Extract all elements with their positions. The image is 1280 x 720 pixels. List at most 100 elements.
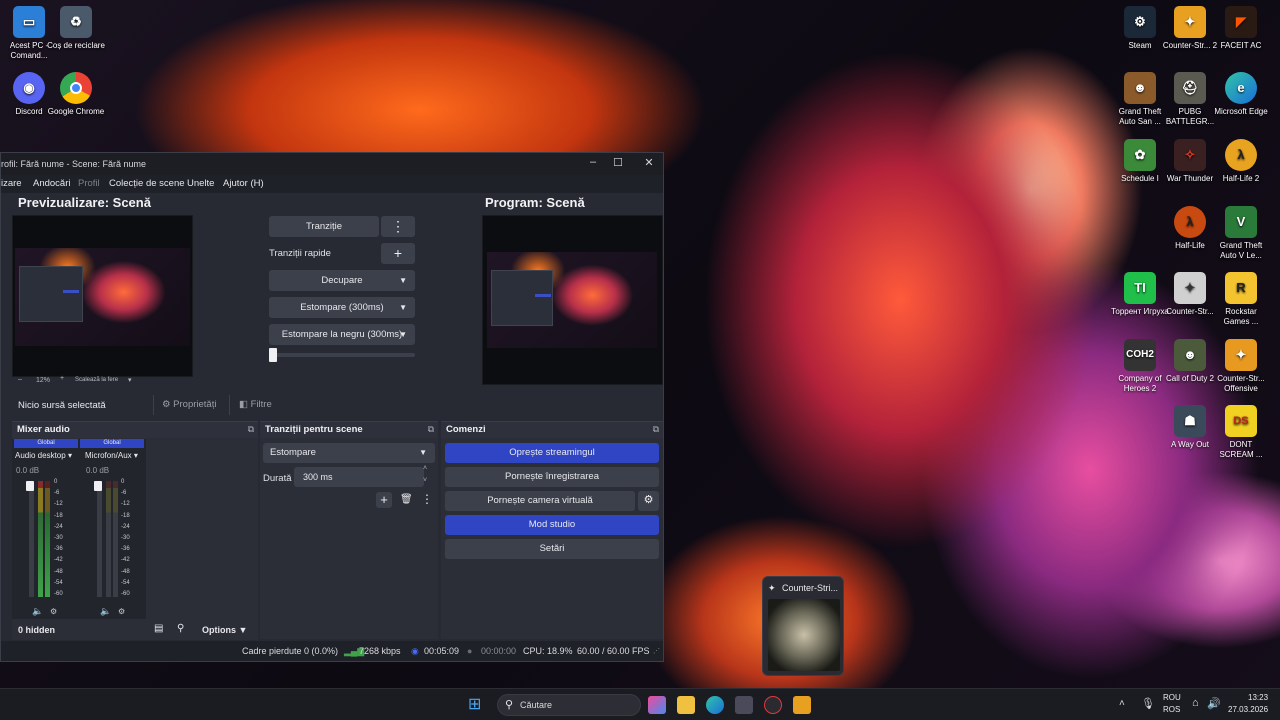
popup-title: Counter-Stri...: [782, 583, 839, 593]
settings-button[interactable]: Setări: [445, 539, 659, 559]
chevron-down-icon: ▼: [419, 448, 427, 457]
add-icon[interactable]: +: [376, 492, 392, 508]
desktop-icon-war-thunder[interactable]: ✧ War Thunder: [1161, 139, 1219, 184]
config-icon[interactable]: ⚲: [177, 623, 184, 634]
channel-tag: Global: [14, 439, 78, 448]
transition-slider-track[interactable]: [269, 353, 415, 357]
windows-start-icon[interactable]: ⊞: [468, 696, 486, 714]
language-code[interactable]: ROU: [1163, 693, 1181, 702]
chevron-up-icon[interactable]: ˄: [423, 465, 427, 472]
muted-speaker-icon[interactable]: 🔈: [100, 606, 111, 617]
speaker-icon[interactable]: 🔈: [32, 606, 43, 617]
zoom-out-icon[interactable]: –: [18, 376, 22, 383]
fader-handle[interactable]: [26, 481, 34, 491]
desktop-icon-chrome[interactable]: Google Chrome: [47, 72, 105, 117]
close-icon[interactable]: ✕: [641, 156, 657, 172]
chevron-down-icon[interactable]: ▾: [128, 376, 132, 384]
transition-slider-handle[interactable]: [269, 348, 277, 362]
taskbar-thumbnail-popup[interactable]: ✦ Counter-Stri...: [762, 576, 844, 676]
layout-icon[interactable]: ▤: [154, 623, 163, 634]
properties-button[interactable]: ⚙ Proprietăți: [162, 399, 216, 410]
more-options-icon[interactable]: ⋮: [421, 492, 433, 506]
transition-button[interactable]: Tranziție: [269, 216, 379, 237]
options-button[interactable]: Options ▼: [202, 625, 247, 635]
desktop-icon-cs[interactable]: ✦ Counter-Str...: [1161, 272, 1219, 317]
preview-canvas[interactable]: [12, 215, 193, 377]
desktop-icon-dont-scream[interactable]: DS DONT SCREAM ...: [1212, 405, 1270, 460]
undock-icon[interactable]: ⧉: [428, 424, 434, 435]
transition-fade-button[interactable]: Estompare (300ms) ▼: [269, 297, 415, 318]
copilot-icon[interactable]: [648, 696, 666, 714]
desktop-icon-recycle-bin[interactable]: ♻ Coș de reciclare: [47, 6, 105, 51]
stream-time: 00:05:09: [424, 646, 460, 656]
more-options-icon[interactable]: ⋮: [381, 216, 415, 237]
volume-fader[interactable]: [97, 481, 102, 597]
menu-scene-collection[interactable]: Colecție de scene: [109, 178, 185, 189]
desktop-icon-edge[interactable]: e Microsoft Edge: [1212, 72, 1270, 117]
clock-date[interactable]: 27.03.2026: [1228, 705, 1268, 714]
desktop-icon-rockstar[interactable]: R Rockstar Games ...: [1212, 272, 1270, 327]
settings-icon[interactable]: ⚙: [50, 607, 57, 616]
stop-streaming-button[interactable]: Oprește streamingul: [445, 443, 659, 463]
undock-icon[interactable]: ⧉: [248, 424, 254, 435]
desktop-icon-gta-v[interactable]: V Grand Theft Auto V Le...: [1212, 206, 1270, 261]
desktop-icon-pubg[interactable]: ⛑ PUBG BATTLEGR...: [1161, 72, 1219, 127]
meter-tick-label: -30: [54, 535, 63, 541]
desktop-icon-a-way-out[interactable]: ☗ A Way Out: [1161, 405, 1219, 450]
transition-fade-black-button[interactable]: Estompare la negru (300ms) ▼: [269, 324, 415, 345]
settings-icon[interactable]: ⚙: [118, 607, 125, 616]
channel-name[interactable]: Audio desktop ▾: [15, 451, 72, 460]
desktop-icon-faceit[interactable]: ◤ FACEIT AC: [1212, 6, 1270, 51]
virtual-camera-settings-icon[interactable]: ⚙: [638, 491, 659, 511]
trash-icon[interactable]: 🗑: [400, 494, 413, 505]
cs2-taskbar-icon[interactable]: [793, 696, 811, 714]
volume-icon[interactable]: 🔊: [1207, 697, 1221, 710]
menu-help[interactable]: Ajutor (H): [223, 178, 264, 189]
chevron-up-icon[interactable]: ˄: [1119, 698, 1125, 709]
maximize-icon[interactable]: ☐: [610, 156, 626, 172]
start-recording-button[interactable]: Pornește înregistrarea: [445, 467, 659, 487]
chevron-down-icon[interactable]: ˅: [423, 477, 427, 484]
volume-fader[interactable]: [29, 481, 34, 597]
keyboard-layout[interactable]: ROS: [1163, 705, 1180, 714]
obs-taskbar-icon[interactable]: [764, 696, 782, 714]
program-image: [487, 252, 657, 348]
menu-view[interactable]: izare: [1, 178, 22, 189]
duration-input[interactable]: 300 ms: [294, 467, 424, 487]
bitrate: 7268 kbps: [359, 646, 401, 656]
channel-name-label: Audio desktop: [15, 451, 66, 460]
fader-handle[interactable]: [94, 481, 102, 491]
transition-select[interactable]: Estompare ▼: [263, 443, 435, 463]
zoom-in-icon[interactable]: +: [60, 375, 64, 382]
scale-to-window[interactable]: Scalează la fere: [75, 377, 118, 383]
add-quick-transition-icon[interactable]: +: [381, 243, 415, 264]
undock-icon[interactable]: ⧉: [653, 424, 659, 435]
source-toolbar: Nicio sursă selectată ⚙ Proprietăți ◧ Fi…: [1, 391, 663, 419]
menu-profile[interactable]: Profil: [78, 178, 100, 189]
meter-tick-label: -54: [121, 579, 130, 586]
taskbar-search[interactable]: ⚲ Căutare: [497, 694, 641, 716]
edge-icon[interactable]: [706, 696, 724, 714]
desktop-icon-half-life[interactable]: λ Half-Life: [1161, 206, 1219, 251]
transition-cut-button[interactable]: Decupare ▼: [269, 270, 415, 291]
store-icon[interactable]: [735, 696, 753, 714]
menu-tools[interactable]: Unelte: [187, 178, 214, 189]
desktop-icon-csgo[interactable]: ✦ Counter-Str... Offensive: [1212, 339, 1270, 394]
meter-tick-label: -42: [121, 557, 130, 564]
desktop-icon-cod2[interactable]: ☻ Call of Duty 2: [1161, 339, 1219, 384]
channel-name[interactable]: Microfon/Aux ▾: [85, 451, 138, 460]
studio-mode-button[interactable]: Mod studio: [445, 515, 659, 535]
resize-grip-icon[interactable]: ⋰: [653, 647, 660, 655]
filters-button[interactable]: ◧ Filtre: [239, 399, 272, 410]
microphone-icon[interactable]: 🎙: [1141, 697, 1155, 710]
meter-tick-label: -24: [121, 523, 130, 530]
network-icon[interactable]: ⌂: [1192, 697, 1199, 709]
obs-titlebar[interactable]: rofil: Fără nume - Scene: Fără nume – ☐ …: [1, 153, 663, 175]
start-virtual-camera-button[interactable]: Pornește camera virtuală: [445, 491, 635, 511]
minimize-icon[interactable]: –: [585, 156, 601, 172]
desktop-icon-half-life-2[interactable]: λ Half-Life 2: [1212, 139, 1270, 184]
file-explorer-icon[interactable]: [677, 696, 695, 714]
desktop-icon-cs2[interactable]: ✦ Counter-Str... 2: [1161, 6, 1219, 51]
clock-time[interactable]: 13:23: [1248, 693, 1268, 702]
menu-docks[interactable]: Andocări: [33, 178, 71, 189]
